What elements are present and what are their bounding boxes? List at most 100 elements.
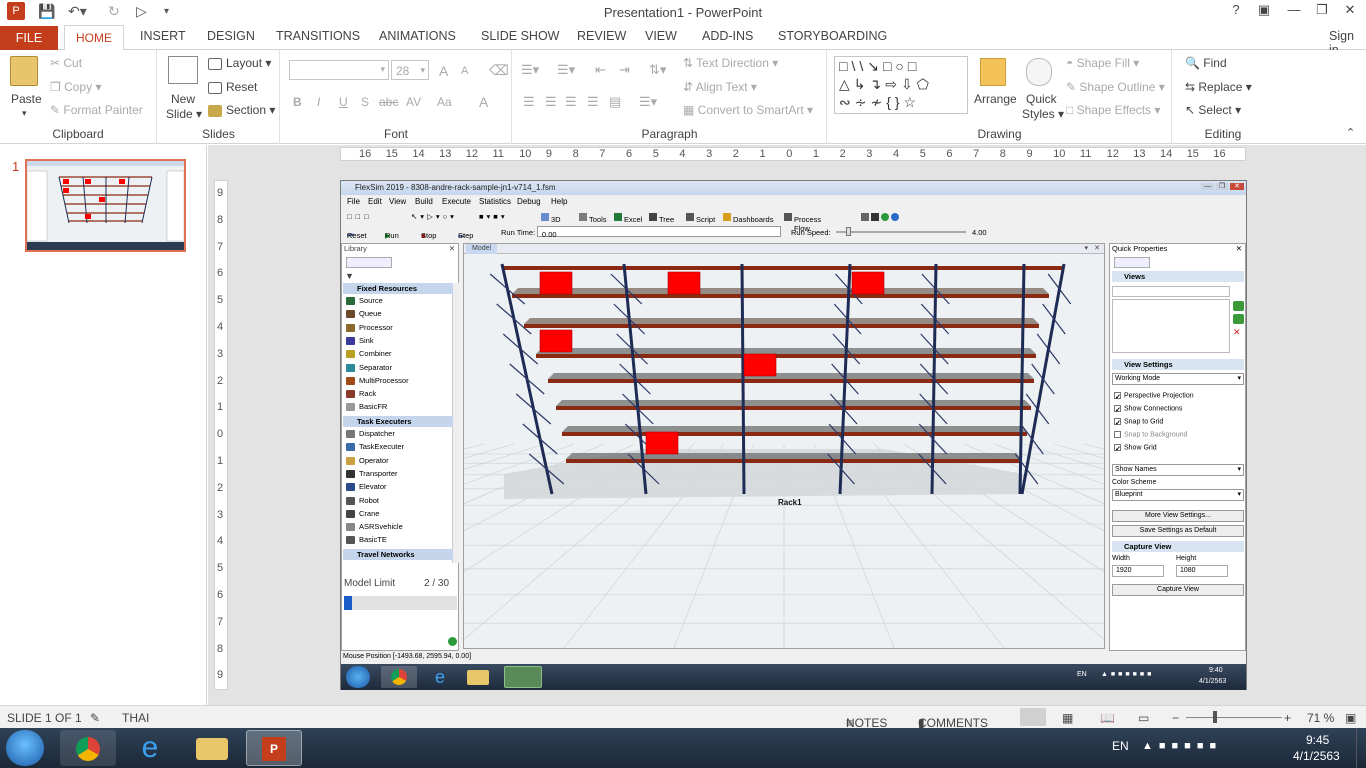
tab-design[interactable]: DESIGN [207, 29, 255, 43]
fs-misc-icons[interactable] [861, 212, 901, 222]
fs-menu-execute[interactable]: Execute [442, 197, 471, 206]
fs-capture-view-button[interactable]: Capture View [1112, 584, 1244, 596]
fs-view-settings-header[interactable]: View Settings [1112, 359, 1244, 370]
reset-button[interactable]: Reset [208, 80, 257, 94]
fs-lib-fixed-basicfr[interactable]: BasicFR [346, 402, 387, 412]
red-box-item[interactable] [667, 271, 701, 295]
fs-menu-edit[interactable]: Edit [368, 197, 382, 206]
fs-lib-task-crane[interactable]: Crane [346, 509, 379, 518]
clear-formatting-icon[interactable]: ⌫ [489, 62, 509, 79]
collapse-ribbon-icon[interactable]: ⌃ [1346, 126, 1355, 139]
align-left-icon[interactable]: ☰ [523, 94, 535, 110]
zoom-slider[interactable] [1186, 717, 1282, 718]
tab-insert[interactable]: INSERT [140, 29, 186, 43]
fs-show-grid-checkbox[interactable]: ✓ Show Grid [1114, 444, 1157, 453]
new-slide-label-2[interactable]: Slide ▾ [166, 107, 202, 121]
new-slide-icon[interactable] [168, 56, 198, 84]
fs-lib-task-robot[interactable]: Robot [346, 496, 379, 505]
fs-chrome-icon[interactable] [381, 666, 417, 688]
ribbon-display-options-icon[interactable]: ▣ [1250, 2, 1278, 22]
columns-icon[interactable]: ▤ [609, 94, 621, 110]
show-desktop-button[interactable] [1356, 728, 1366, 768]
section-button[interactable]: Section ▾ [208, 103, 275, 117]
fs-run-time-field[interactable]: 0.00 [537, 226, 781, 239]
paste-dropdown-icon[interactable]: ▾ [22, 108, 27, 119]
select-button[interactable]: ↖ Select ▾ [1185, 103, 1241, 117]
tab-slide-show[interactable]: SLIDE SHOW [481, 29, 560, 43]
fs-start-icon[interactable] [346, 666, 370, 688]
line-spacing-icon[interactable]: ⇅▾ [649, 62, 666, 78]
fs-lib-task-elevator[interactable]: Elevator [346, 482, 387, 492]
arrange-icon[interactable] [980, 58, 1006, 86]
fs-lib-task-transporter[interactable]: Transporter [346, 469, 398, 478]
restore-button[interactable]: ❐ [1308, 2, 1336, 22]
shape-fill-button[interactable]: ◓ Shape Fill ▾ [1066, 56, 1139, 70]
fs-add-view-icon[interactable] [1233, 301, 1244, 311]
zoom-slider-thumb[interactable] [1213, 711, 1217, 723]
fs-lib-task-operator[interactable]: Operator [346, 456, 389, 465]
fs-save-settings-button[interactable]: Save Settings as Default [1112, 525, 1244, 537]
italic-button[interactable]: I [317, 95, 320, 109]
paste-icon[interactable] [10, 56, 38, 86]
zoom-level[interactable]: 71 % [1307, 711, 1334, 725]
fs-library-tabs[interactable] [346, 257, 392, 268]
slideshow-view-icon[interactable]: ▭ [1138, 711, 1149, 725]
fs-working-mode-select[interactable]: Working Mode ▾ [1112, 373, 1244, 385]
fs-script-button[interactable]: Script [686, 212, 715, 224]
strikethrough-button[interactable]: abc [379, 95, 398, 109]
fs-process-flow-button[interactable]: Process Flow [784, 212, 821, 233]
fs-views-header[interactable]: Views [1112, 271, 1244, 282]
fs-dashboards-button[interactable]: Dashboards [723, 212, 773, 224]
fs-menu-file[interactable]: File [347, 197, 360, 206]
justify-icon[interactable]: ☰ [587, 94, 599, 110]
fs-lib-task-taskexecuter[interactable]: TaskExecuter [346, 442, 404, 452]
fs-run-speed-slider[interactable] [836, 231, 966, 233]
fs-model-menu-icon[interactable]: ▾ [1084, 244, 1088, 252]
new-slide-button[interactable]: New [171, 92, 195, 106]
spell-check-icon[interactable]: ✎ [90, 711, 100, 725]
bold-button[interactable]: B [293, 95, 302, 109]
tab-review[interactable]: REVIEW [577, 29, 626, 43]
language-indicator[interactable]: THAI [122, 711, 149, 725]
chrome-taskbar-button[interactable] [60, 730, 116, 766]
tab-animations[interactable]: ANIMATIONS [379, 29, 456, 43]
fs-lib-fixed-rack[interactable]: Rack [346, 389, 376, 399]
paste-button[interactable]: Paste [11, 92, 42, 106]
shapes-gallery[interactable]: □\\↘□○□ △↳↴⇨⇩⬠ ∾∻≁{}☆ [834, 56, 968, 114]
tab-add-ins[interactable]: ADD-INS [702, 29, 753, 43]
fs-menu-help[interactable]: Help [551, 197, 567, 206]
fs-snap-background-checkbox[interactable]: Snap to Background [1114, 431, 1187, 438]
fs-3d-button[interactable]: 3D [541, 212, 561, 224]
red-box-item[interactable] [743, 353, 777, 377]
red-box-item[interactable] [851, 271, 885, 295]
red-box-item[interactable] [539, 329, 573, 353]
fs-qp-tabs[interactable] [1114, 257, 1150, 268]
fs-lib-task-dispatcher[interactable]: Dispatcher [346, 429, 395, 439]
character-spacing-button[interactable]: AV [406, 95, 421, 109]
fs-fixed-resources-header[interactable]: Fixed Resources [343, 283, 453, 294]
copy-button[interactable]: ❐ Copy ▾ [50, 80, 101, 94]
start-button[interactable] [6, 730, 44, 766]
fs-explorer-icon[interactable] [467, 670, 489, 685]
help-button[interactable]: ? [1222, 2, 1250, 22]
minimize-button[interactable]: — [1280, 2, 1308, 22]
fs-library-close-icon[interactable]: ✕ [449, 244, 455, 253]
text-direction-button[interactable]: ⇅ Text Direction ▾ [683, 56, 778, 70]
format-painter-button[interactable]: ✎ Format Painter [50, 103, 143, 117]
align-text-button[interactable]: ⇵ Align Text ▾ [683, 80, 757, 94]
fs-travel-networks-header[interactable]: Travel Networks [343, 549, 453, 560]
grow-font-button[interactable]: A [439, 63, 448, 79]
fs-lib-task-asrsvehicle[interactable]: ASRSvehicle [346, 522, 403, 532]
arrange-button[interactable]: Arrange [974, 92, 1017, 106]
tab-home[interactable]: HOME [64, 25, 124, 51]
tab-file[interactable]: FILE [0, 26, 58, 50]
quick-styles-label-2[interactable]: Styles ▾ [1022, 107, 1064, 121]
quick-styles-icon[interactable] [1026, 58, 1052, 86]
fs-height-field[interactable]: 1080 [1176, 565, 1228, 577]
numbering-icon[interactable]: ☰▾ [557, 62, 575, 78]
fs-menu-view[interactable]: View [389, 197, 406, 206]
fs-snap-grid-checkbox[interactable]: ✓ Snap to Grid [1114, 418, 1163, 427]
fs-task-executers-header[interactable]: Task Executers [343, 416, 453, 427]
shadow-button[interactable]: S [361, 95, 369, 109]
font-color-button[interactable]: A [479, 94, 488, 110]
